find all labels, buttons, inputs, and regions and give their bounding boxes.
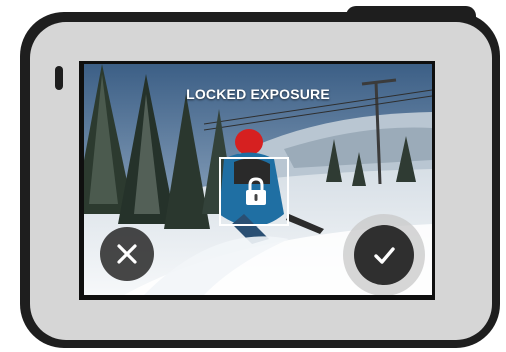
mode-title: LOCKED EXPOSURE (186, 86, 330, 102)
cancel-button[interactable] (100, 227, 154, 281)
status-light (55, 66, 63, 90)
shutter-button[interactable] (346, 6, 476, 20)
exposure-lock-target[interactable] (219, 157, 289, 226)
touch-screen: LOCKED EXPOSURE (84, 64, 432, 295)
checkmark-icon (374, 247, 395, 264)
lock-icon (246, 177, 266, 205)
confirm-button[interactable] (354, 225, 414, 285)
confirm-button-ring (343, 214, 425, 295)
close-icon (117, 244, 137, 264)
